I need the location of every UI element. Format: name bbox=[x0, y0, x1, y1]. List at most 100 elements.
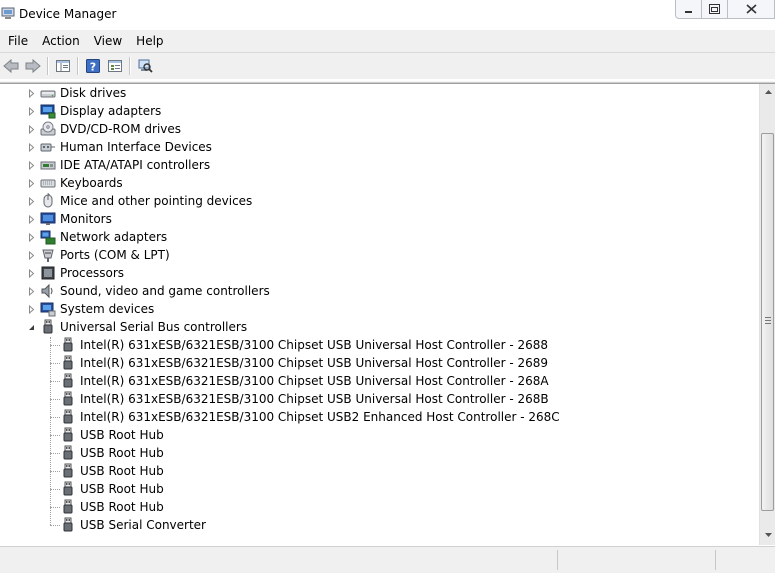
window-controls bbox=[675, 0, 775, 20]
close-button[interactable] bbox=[728, 0, 775, 19]
monitor-icon bbox=[40, 212, 56, 225]
tree-connector bbox=[50, 381, 60, 382]
tree-device-item[interactable]: Intel(R) 631xESB/6321ESB/3100 Chipset US… bbox=[60, 336, 548, 354]
menu-action[interactable]: Action bbox=[35, 31, 87, 51]
expand-arrow-icon[interactable] bbox=[27, 161, 36, 170]
tree-category-item[interactable]: Mice and other pointing devices bbox=[40, 192, 252, 210]
show-hide-console-tree-icon bbox=[56, 60, 70, 72]
tree-category-item[interactable]: Keyboards bbox=[40, 174, 123, 192]
expand-arrow-icon[interactable] bbox=[27, 215, 36, 224]
tree-connector bbox=[50, 363, 60, 364]
expand-arrow-icon[interactable] bbox=[27, 233, 36, 242]
scan-hardware-changes-button[interactable] bbox=[134, 55, 156, 77]
hid-icon bbox=[40, 143, 55, 152]
grip-line bbox=[765, 320, 771, 321]
tree-category-item[interactable]: System devices bbox=[40, 300, 154, 318]
help-button[interactable]: ? bbox=[82, 55, 104, 77]
expand-arrow-icon[interactable] bbox=[27, 143, 36, 152]
scroll-down-arrow-icon bbox=[764, 533, 772, 537]
tree-category-item[interactable]: DVD/CD-ROM drives bbox=[40, 120, 181, 138]
tree-category-label: Keyboards bbox=[60, 176, 123, 190]
maximize-button[interactable] bbox=[702, 0, 728, 19]
forward-button[interactable] bbox=[22, 55, 44, 77]
tree-device-label: USB Root Hub bbox=[80, 464, 164, 478]
collapse-arrow-icon[interactable] bbox=[27, 323, 36, 332]
toolbar-separator bbox=[129, 57, 131, 75]
tree-category-item[interactable]: Universal Serial Bus controllers bbox=[40, 318, 247, 336]
scroll-up-arrow-icon bbox=[764, 90, 772, 94]
tree-device-item[interactable]: Intel(R) 631xESB/6321ESB/3100 Chipset US… bbox=[60, 390, 549, 408]
tree-device-item[interactable]: USB Root Hub bbox=[60, 498, 164, 516]
keyboard-icon bbox=[40, 179, 56, 188]
tree-category-label: Human Interface Devices bbox=[60, 140, 212, 154]
toolbar: ? bbox=[0, 53, 775, 79]
close-icon bbox=[745, 4, 757, 14]
properties-button[interactable] bbox=[104, 55, 126, 77]
tree-category-label: Ports (COM & LPT) bbox=[60, 248, 170, 262]
tree-device-item[interactable]: USB Serial Converter bbox=[60, 516, 206, 534]
scrollbar-thumb[interactable] bbox=[761, 133, 774, 511]
usb-icon bbox=[63, 427, 73, 442]
menu-help[interactable]: Help bbox=[129, 31, 170, 51]
tree-device-item[interactable]: Intel(R) 631xESB/6321ESB/3100 Chipset US… bbox=[60, 372, 549, 390]
tree-device-item[interactable]: USB Root Hub bbox=[60, 426, 164, 444]
expand-arrow-icon[interactable] bbox=[27, 305, 36, 314]
tree-device-item[interactable]: USB Root Hub bbox=[60, 480, 164, 498]
show-hide-console-tree-button[interactable] bbox=[52, 55, 74, 77]
tree-connector bbox=[50, 345, 60, 346]
usb-icon bbox=[43, 319, 53, 334]
tree-device-label: Intel(R) 631xESB/6321ESB/3100 Chipset US… bbox=[80, 356, 549, 370]
expand-arrow-icon[interactable] bbox=[27, 197, 36, 206]
network-adapter-icon bbox=[40, 230, 56, 245]
tree-category-item[interactable]: Disk drives bbox=[40, 84, 126, 102]
menu-view[interactable]: View bbox=[87, 31, 129, 51]
tree-category-label: Display adapters bbox=[60, 104, 162, 118]
tree-category-item[interactable]: Monitors bbox=[40, 210, 112, 228]
back-button[interactable] bbox=[0, 55, 22, 77]
tree-device-label: USB Serial Converter bbox=[80, 518, 206, 532]
tree-category-item[interactable]: Human Interface Devices bbox=[40, 138, 212, 156]
tree-category-item[interactable]: Sound, video and game controllers bbox=[40, 282, 270, 300]
tree-device-item[interactable]: Intel(R) 631xESB/6321ESB/3100 Chipset US… bbox=[60, 408, 560, 426]
grip-line bbox=[765, 317, 771, 318]
svg-text:?: ? bbox=[90, 61, 96, 74]
usb-icon bbox=[63, 463, 73, 478]
expand-arrow-icon[interactable] bbox=[27, 251, 36, 260]
tree-category-item[interactable]: Ports (COM & LPT) bbox=[40, 246, 170, 264]
device-manager-icon bbox=[1, 7, 15, 19]
expand-arrow-icon[interactable] bbox=[27, 107, 36, 116]
tree-connector bbox=[50, 435, 60, 436]
expand-arrow-icon[interactable] bbox=[27, 125, 36, 134]
usb-icon bbox=[63, 409, 73, 424]
tree-category-item[interactable]: Display adapters bbox=[40, 102, 161, 120]
usb-icon bbox=[63, 481, 73, 496]
tree-category-item[interactable]: Processors bbox=[40, 264, 124, 282]
tree-category-label: IDE ATA/ATAPI controllers bbox=[60, 158, 211, 172]
menu-file[interactable]: File bbox=[1, 31, 35, 51]
port-icon bbox=[42, 249, 54, 262]
tree-device-item[interactable]: USB Root Hub bbox=[60, 444, 164, 462]
tree-category-item[interactable]: Network adapters bbox=[40, 228, 167, 246]
minimize-button[interactable] bbox=[675, 0, 702, 19]
vertical-scrollbar[interactable] bbox=[759, 84, 775, 545]
scroll-up-button[interactable] bbox=[760, 84, 775, 101]
tree-category-item[interactable]: IDE ATA/ATAPI controllers bbox=[40, 156, 210, 174]
restore-icon bbox=[709, 4, 720, 14]
device-tree[interactable]: Disk drives Display adapters DVD/CD-ROM dr… bbox=[0, 84, 759, 545]
expand-arrow-icon[interactable] bbox=[27, 179, 36, 188]
dvd-drive-icon bbox=[40, 121, 56, 136]
usb-icon bbox=[63, 355, 73, 370]
tree-category-label: Network adapters bbox=[60, 230, 168, 244]
tree-device-item[interactable]: Intel(R) 631xESB/6321ESB/3100 Chipset US… bbox=[60, 354, 548, 372]
scroll-down-button[interactable] bbox=[760, 527, 775, 544]
status-bar bbox=[0, 546, 775, 573]
tree-device-label: Intel(R) 631xESB/6321ESB/3100 Chipset US… bbox=[80, 410, 560, 424]
tree-category-label: Universal Serial Bus controllers bbox=[60, 320, 248, 334]
usb-icon bbox=[63, 517, 73, 532]
expand-arrow-icon[interactable] bbox=[27, 269, 36, 278]
expand-arrow-icon[interactable] bbox=[27, 287, 36, 296]
usb-icon bbox=[63, 373, 73, 388]
expand-arrow-icon[interactable] bbox=[27, 89, 36, 98]
tree-device-item[interactable]: USB Root Hub bbox=[60, 462, 164, 480]
usb-icon bbox=[63, 337, 73, 352]
